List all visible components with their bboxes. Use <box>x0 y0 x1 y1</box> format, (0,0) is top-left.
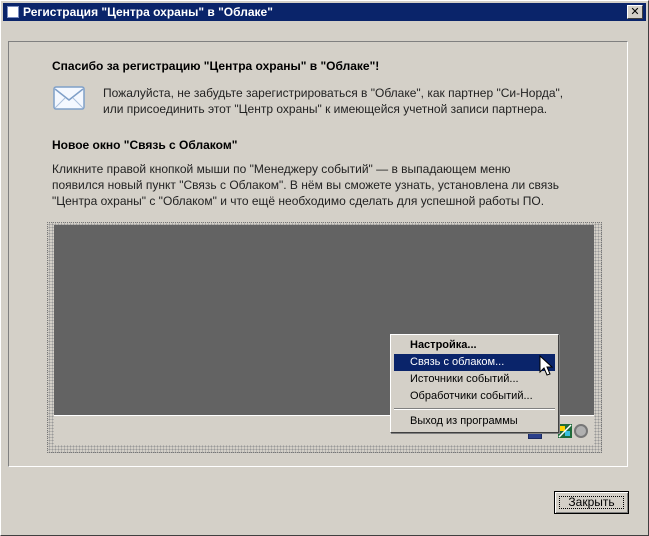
title-bar[interactable]: Регистрация "Центра охраны" в "Облаке" ✕ <box>3 3 646 21</box>
close-button-label: Закрыть <box>568 495 615 509</box>
menu-item-cloud-connection: Связь с облаком... <box>394 354 555 371</box>
sound-tray-icon <box>574 424 588 438</box>
window-title: Регистрация "Центра охраны" в "Облаке" <box>23 5 273 19</box>
menu-item-exit: Выход из программы <box>410 415 518 427</box>
window-close-button[interactable]: ✕ <box>627 5 643 19</box>
description-line-2: появился новый пункт "Связь с Облаком". … <box>52 178 560 192</box>
menu-separator <box>394 408 555 410</box>
envelope-icon <box>53 86 85 110</box>
close-button[interactable]: Закрыть <box>554 491 629 514</box>
menu-item-event-sources: Источники событий... <box>410 373 519 385</box>
event-manager-tray-icon <box>558 424 572 438</box>
preview-context-menu: Настройка... Связь с облаком... Источник… <box>390 334 559 433</box>
registration-reminder-text: Пожалуйста, не забудьте зарегистрировать… <box>103 85 563 117</box>
new-window-heading: Новое окно "Связь с Облаком" <box>52 138 238 152</box>
mouse-pointer-icon <box>539 355 554 376</box>
description-line-3: "Центра охраны" с "Облаком" и что ещё не… <box>52 194 545 208</box>
reminder-line-1: Пожалуйста, не забудьте зарегистрировать… <box>103 86 564 100</box>
new-window-description: Кликните правой кнопкой мыши по "Менедже… <box>52 161 559 209</box>
app-icon <box>7 6 19 18</box>
registration-dialog: Регистрация "Центра охраны" в "Облаке" ✕… <box>0 0 649 536</box>
menu-item-settings: Настройка... <box>410 339 477 351</box>
thanks-heading: Спасибо за регистрацию "Центра охраны" в… <box>52 59 380 73</box>
reminder-line-2: или присоединить этот "Центр охраны" к и… <box>103 102 548 116</box>
menu-item-event-handlers: Обработчики событий... <box>410 390 533 402</box>
description-line-1: Кликните правой кнопкой мыши по "Менедже… <box>52 162 511 176</box>
